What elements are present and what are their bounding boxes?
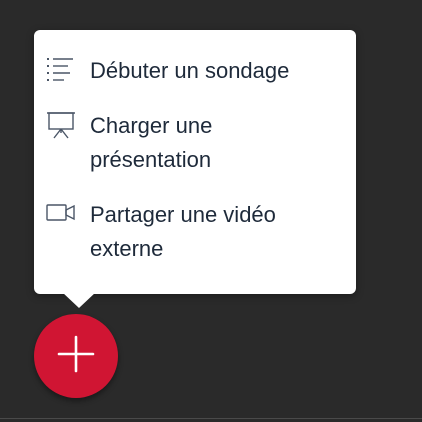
menu-item-label: Débuter un sondage xyxy=(90,58,290,83)
actions-menu: Débuter un sondage Charger une présentat… xyxy=(34,30,356,294)
presentation-icon xyxy=(46,111,76,139)
actions-fab-button[interactable] xyxy=(34,314,118,398)
divider xyxy=(0,418,422,419)
plus-icon xyxy=(56,334,96,379)
video-icon xyxy=(46,200,76,226)
menu-item-upload-presentation[interactable]: Charger une présentation xyxy=(46,109,344,177)
menu-item-label: Charger une présentation xyxy=(90,113,213,172)
menu-item-start-poll[interactable]: Débuter un sondage xyxy=(46,54,344,88)
list-icon xyxy=(46,56,76,82)
canvas: Débuter un sondage Charger une présentat… xyxy=(0,0,422,422)
menu-item-share-external-video[interactable]: Partager une vidéo externe xyxy=(46,198,344,266)
menu-pointer xyxy=(62,292,96,308)
menu-item-label: Partager une vidéo externe xyxy=(90,202,276,261)
